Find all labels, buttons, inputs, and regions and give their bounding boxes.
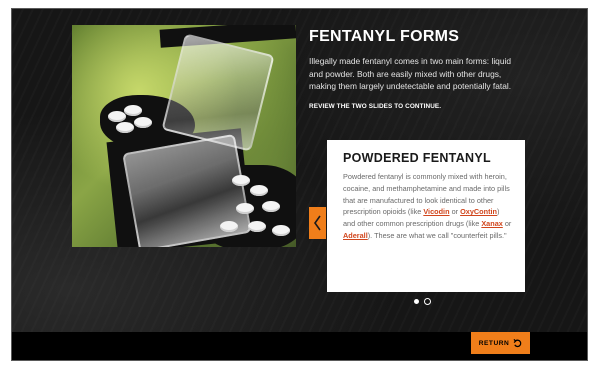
slide-body: Powdered fentanyl is commonly mixed with…	[343, 172, 512, 240]
chevron-left-icon	[314, 215, 321, 231]
course-frame: FENTANYL FORMS Illegally made fentanyl c…	[11, 8, 588, 361]
slide-pagination	[414, 298, 431, 305]
intro-text: Illegally made fentanyl comes in two mai…	[309, 56, 512, 92]
return-button[interactable]: RETURN	[471, 332, 530, 354]
page-title: FENTANYL FORMS	[309, 28, 460, 45]
pill	[124, 105, 142, 116]
previous-slide-button[interactable]	[309, 207, 326, 239]
link-oxycontin[interactable]: OxyContin	[460, 207, 497, 216]
slide-dot-1[interactable]	[414, 299, 419, 304]
slide-title: POWDERED FENTANYL	[343, 151, 491, 165]
link-aderall[interactable]: Aderall	[343, 231, 368, 240]
hero-image-drug-bags-and-pills	[72, 25, 296, 247]
instruction-text: REVIEW THE TWO SLIDES TO CONTINUE.	[309, 103, 442, 110]
pill	[220, 221, 238, 232]
pill	[248, 221, 266, 232]
pill	[262, 201, 280, 212]
slide-dot-2[interactable]	[424, 298, 431, 305]
pill	[236, 203, 254, 214]
link-xanax[interactable]: Xanax	[481, 219, 503, 228]
link-vicodin[interactable]: Vicodin	[423, 207, 449, 216]
pill	[250, 185, 268, 196]
return-label: RETURN	[478, 339, 510, 347]
pill	[116, 122, 134, 133]
pill	[134, 117, 152, 128]
pill	[232, 175, 250, 186]
slide-card: POWDERED FENTANYL Powdered fentanyl is c…	[327, 140, 525, 292]
pill	[108, 111, 126, 122]
undo-arrow-icon	[513, 338, 522, 347]
pill	[272, 225, 290, 236]
